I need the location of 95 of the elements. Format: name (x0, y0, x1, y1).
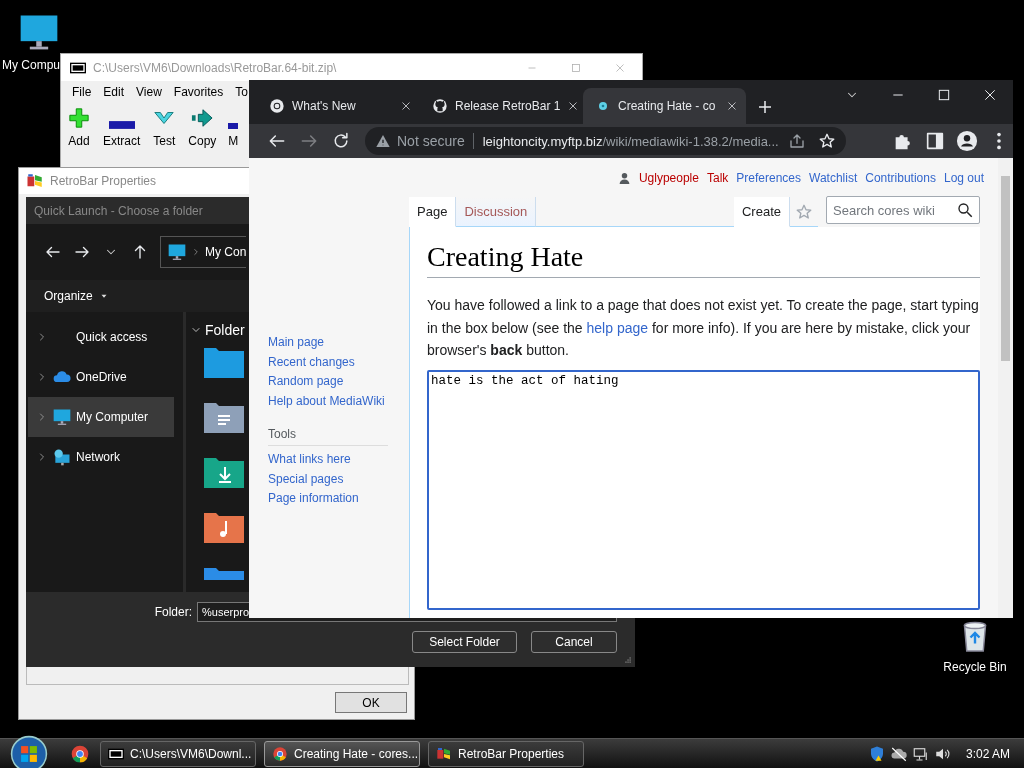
toolbar-button[interactable]: Extract (103, 121, 141, 148)
share-icon[interactable] (788, 132, 806, 150)
star-icon[interactable] (818, 132, 836, 150)
warning-icon (375, 133, 391, 149)
help-link[interactable]: help page (586, 319, 649, 336)
taskbar-button[interactable]: RetroBar Properties (428, 740, 584, 767)
user-link[interactable]: Log out (943, 171, 984, 185)
close-icon[interactable] (567, 100, 580, 112)
sidebar-link[interactable]: Special pages (268, 469, 409, 489)
window-title: RetroBar Properties (50, 174, 157, 188)
cancel-button[interactable]: Cancel (531, 631, 617, 653)
intro-text: You have followed a link to a page that does not exist yet. To create the page, start typing in the box below (see the help page for more info). If you are here by mistake, click your browser's back button. (427, 296, 980, 360)
user-link[interactable]: Uglypeople (638, 171, 699, 185)
toolbar-button[interactable]: M (228, 123, 239, 148)
folder-icon[interactable] (204, 346, 244, 378)
menu-item[interactable]: Favorites (167, 83, 230, 101)
search-icon[interactable] (956, 201, 974, 219)
page-tab[interactable]: Discussion (456, 197, 537, 227)
user-icon (617, 171, 631, 185)
close-icon[interactable] (726, 100, 738, 112)
resize-grip-icon[interactable] (622, 654, 632, 664)
chevron-icon (191, 246, 201, 258)
menu-item[interactable]: Edit (97, 83, 131, 101)
browser-tab[interactable]: Creating Hate - co (583, 88, 746, 124)
close-icon[interactable] (400, 100, 412, 112)
arrow-right-icon (190, 107, 215, 129)
user-link[interactable]: Watchlist (809, 171, 858, 185)
sidebar-link[interactable]: Random page (268, 372, 409, 392)
user-link[interactable]: Talk (706, 171, 729, 185)
user-link[interactable]: Contributions (865, 171, 936, 185)
taskbar-button[interactable]: C:\Users\VM6\Downl... (100, 740, 256, 767)
sidebar-link[interactable]: Recent changes (268, 352, 409, 372)
menu-item[interactable]: View (130, 83, 168, 101)
field-label: Folder: (153, 605, 193, 619)
organize-button[interactable]: Organize (44, 289, 109, 303)
icon-label[interactable]: Recycle Bin (943, 660, 1007, 674)
plus-icon[interactable] (756, 98, 774, 116)
sidebar-link[interactable]: Page information (268, 489, 409, 509)
page-tab[interactable]: Create (733, 197, 790, 227)
watch-star-icon[interactable] (795, 202, 813, 221)
menu-item[interactable]: To (229, 83, 250, 101)
address-text: My Con (205, 245, 247, 259)
minus-icon (228, 123, 239, 129)
toolbar-button[interactable]: Test (152, 107, 177, 148)
search-field[interactable]: Search cores wiki (826, 196, 980, 224)
windows-flag-icon (435, 745, 453, 762)
profile-icon[interactable] (956, 130, 978, 152)
start-orb-icon[interactable] (10, 734, 48, 768)
nav-item[interactable]: Quick access (28, 317, 174, 357)
network-icon (52, 447, 72, 467)
download-folder-icon[interactable] (204, 456, 244, 488)
toolbar-button[interactable]: Add (67, 107, 91, 148)
browser-tab[interactable]: Release RetroBar 1 (420, 88, 583, 124)
window-title: Quick Launch - Choose a folder (34, 203, 203, 218)
user-link[interactable]: Preferences (736, 171, 801, 185)
ok-button[interactable]: OK (335, 692, 407, 713)
windows-flag-icon (26, 172, 44, 190)
menu-item[interactable]: File (66, 83, 98, 101)
address-bar[interactable]: Not secure leightoncity.myftp.biz/wiki/mediawiki-1.38.2/media... (365, 127, 846, 155)
taskbar-button[interactable]: Creating Hate - cores... (264, 740, 420, 767)
sidebar-link[interactable]: Main page (268, 333, 409, 353)
close-icon[interactable] (982, 87, 998, 103)
scrollbar[interactable] (998, 158, 1013, 618)
url-text: leightoncity.myftp.biz/wiki/mediawiki-1.38.2/media... (481, 133, 779, 149)
icon-label[interactable]: My Compu (2, 58, 60, 72)
minus-icon (108, 121, 135, 129)
security-label: Not secure (397, 133, 474, 149)
chrome-icon (271, 745, 289, 762)
nav-item[interactable]: Network (28, 437, 174, 477)
sidebar-link[interactable]: Help about MediaWiki (268, 391, 409, 411)
clock: 3:02 AM (965, 746, 1010, 761)
folder-icon[interactable] (204, 566, 244, 580)
sidebar-heading: Tools (268, 427, 388, 446)
page-tab[interactable]: Page (409, 197, 457, 227)
browser-tab[interactable]: What's New (257, 88, 420, 124)
address-bar[interactable]: My Con (160, 236, 246, 268)
window-title: C:\Users\VM6\Downloads\RetroBar.64-bit.zip\ (93, 60, 337, 75)
nav-item[interactable]: My Computer (28, 397, 174, 437)
monitor-icon (167, 242, 187, 262)
toolbar-button[interactable]: Copy (188, 107, 217, 148)
sidebar-link[interactable]: What links here (268, 450, 409, 470)
side-panel-icon[interactable] (924, 130, 946, 152)
document-folder-icon[interactable] (204, 401, 244, 433)
maximize-icon[interactable] (936, 87, 952, 103)
chrome-icon (269, 98, 285, 114)
edit-box[interactable]: hate is the act of hating (427, 369, 980, 610)
nav-item[interactable]: OneDrive (28, 357, 174, 397)
plus-icon (67, 107, 91, 129)
cat-logo-icon (432, 98, 448, 114)
music-folder-icon[interactable] (204, 511, 244, 543)
section-heading: Folder (205, 322, 245, 338)
chrome-icon[interactable] (70, 743, 90, 764)
page-heading: Creating Hate (427, 241, 980, 278)
monitor-icon (52, 407, 72, 427)
select-folder-button[interactable]: Select Folder (412, 631, 517, 653)
